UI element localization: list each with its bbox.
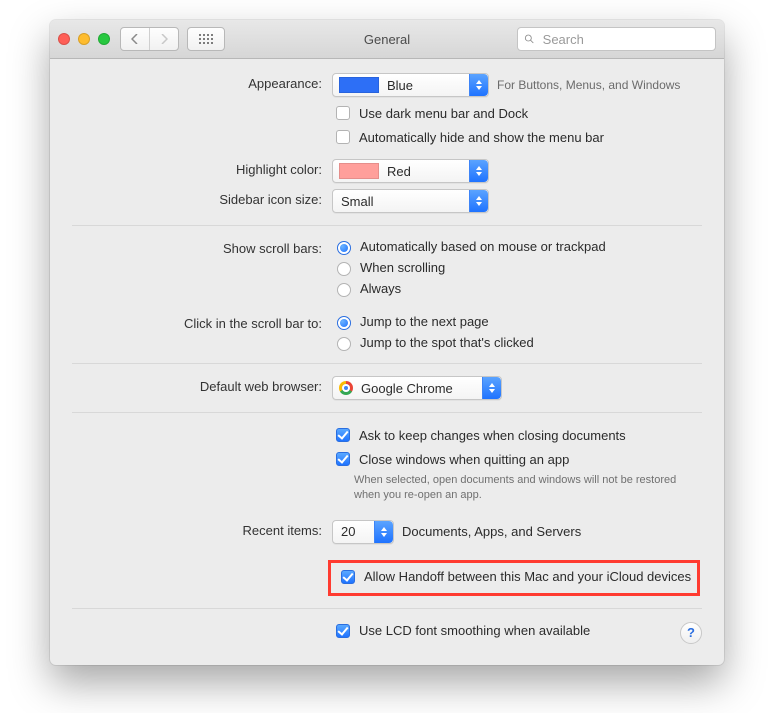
- sidebar-size-popup[interactable]: Small: [332, 189, 489, 213]
- jump-spot-label: Jump to the spot that's clicked: [360, 335, 534, 350]
- appearance-popup[interactable]: Blue: [332, 73, 489, 97]
- traffic-lights: [58, 33, 110, 45]
- recent-hint: Documents, Apps, and Servers: [402, 524, 581, 539]
- separator: [72, 225, 702, 226]
- titlebar: General: [50, 20, 724, 59]
- scroll-auto-label: Automatically based on mouse or trackpad: [360, 239, 606, 254]
- recent-items-value: 20: [333, 524, 363, 539]
- dark-menu-checkbox[interactable]: [336, 106, 350, 120]
- zoom-button[interactable]: [98, 33, 110, 45]
- scrollclick-label: Click in the scroll bar to:: [72, 313, 332, 351]
- auto-hide-menu-label: Automatically hide and show the menu bar: [359, 130, 604, 145]
- search-icon: [524, 33, 535, 45]
- highlight-label: Highlight color:: [72, 159, 332, 183]
- jump-spot-radio[interactable]: [337, 337, 351, 351]
- recent-items-popup[interactable]: 20: [332, 520, 394, 544]
- chrome-icon: [339, 381, 353, 395]
- search-field[interactable]: [517, 27, 716, 51]
- grid-icon: [199, 34, 213, 44]
- lcd-smoothing-checkbox[interactable]: [336, 624, 350, 638]
- browser-value: Google Chrome: [353, 381, 461, 396]
- search-input[interactable]: [541, 31, 709, 48]
- nav-group: [120, 27, 179, 51]
- updown-icon: [469, 160, 488, 182]
- updown-icon: [482, 377, 501, 399]
- scroll-always-label: Always: [360, 281, 401, 296]
- content: Appearance: Blue For Buttons, Menus, and…: [50, 59, 724, 665]
- scroll-when-radio[interactable]: [337, 262, 351, 276]
- highlight-value: Red: [379, 164, 419, 179]
- close-windows-hint: When selected, open documents and window…: [332, 473, 702, 504]
- recent-label: Recent items:: [72, 520, 332, 544]
- ask-keep-label: Ask to keep changes when closing documen…: [359, 428, 626, 443]
- jump-page-radio[interactable]: [337, 316, 351, 330]
- updown-icon: [469, 190, 488, 212]
- prefs-window: General Appearance: Blue For Buttons, Me…: [50, 20, 724, 665]
- separator: [72, 412, 702, 413]
- appearance-swatch: [339, 77, 379, 93]
- updown-icon: [374, 521, 393, 543]
- close-windows-checkbox[interactable]: [336, 452, 350, 466]
- handoff-label: Allow Handoff between this Mac and your …: [364, 569, 691, 584]
- minimize-button[interactable]: [78, 33, 90, 45]
- scroll-always-radio[interactable]: [337, 283, 351, 297]
- lcd-smoothing-label: Use LCD font smoothing when available: [359, 623, 590, 638]
- help-button[interactable]: ?: [680, 622, 702, 644]
- separator: [72, 363, 702, 364]
- sidebar-label: Sidebar icon size:: [72, 189, 332, 213]
- dark-menu-label: Use dark menu bar and Dock: [359, 106, 528, 121]
- highlight-swatch: [339, 163, 379, 179]
- scroll-when-label: When scrolling: [360, 260, 445, 275]
- back-button[interactable]: [121, 28, 150, 50]
- handoff-checkbox[interactable]: [341, 570, 355, 584]
- appearance-value: Blue: [379, 78, 421, 93]
- updown-icon: [469, 74, 488, 96]
- appearance-hint: For Buttons, Menus, and Windows: [497, 78, 680, 92]
- browser-label: Default web browser:: [72, 376, 332, 400]
- sidebar-size-value: Small: [333, 194, 382, 209]
- scrollbars-label: Show scroll bars:: [72, 238, 332, 297]
- separator: [72, 608, 702, 609]
- forward-button[interactable]: [150, 28, 178, 50]
- scroll-auto-radio[interactable]: [337, 241, 351, 255]
- close-button[interactable]: [58, 33, 70, 45]
- browser-popup[interactable]: Google Chrome: [332, 376, 502, 400]
- highlight-popup[interactable]: Red: [332, 159, 489, 183]
- auto-hide-menu-checkbox[interactable]: [336, 130, 350, 144]
- jump-page-label: Jump to the next page: [360, 314, 489, 329]
- show-all-button[interactable]: [187, 27, 225, 51]
- handoff-highlight: Allow Handoff between this Mac and your …: [328, 560, 700, 596]
- close-windows-label: Close windows when quitting an app: [359, 452, 569, 467]
- ask-keep-checkbox[interactable]: [336, 428, 350, 442]
- appearance-label: Appearance:: [72, 73, 332, 97]
